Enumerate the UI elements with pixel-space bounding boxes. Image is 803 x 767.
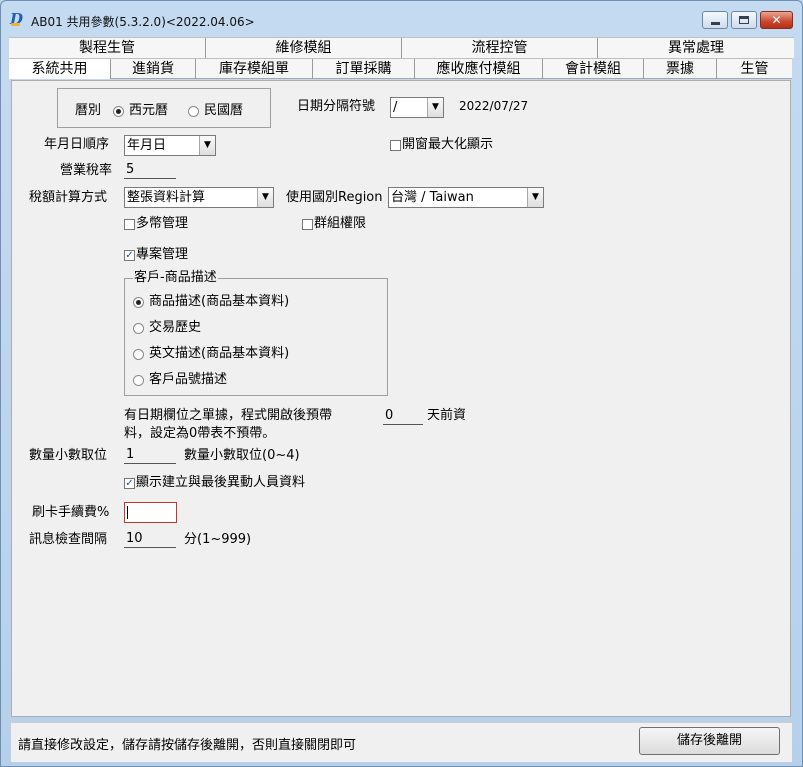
app-window: D AB01 共用參數(5.3.2.0)<2022.04.06> ✕ 製程生管 …: [0, 0, 803, 767]
multi-currency-label: 多幣管理: [136, 216, 189, 231]
tab-exception[interactable]: 異常處理: [597, 38, 794, 58]
chevron-down-icon: ▼: [527, 188, 543, 207]
radio-product-desc[interactable]: 商品描述(商品基本資料): [133, 293, 289, 311]
tab-inventory[interactable]: 庫存模組單: [195, 59, 312, 79]
maximize-window-checkbox[interactable]: 開窗最大化顯示: [390, 136, 493, 154]
radio-customer-part-desc[interactable]: 客戶品號描述: [133, 371, 227, 389]
project-mgmt-checkbox[interactable]: ✓ 專案管理: [124, 246, 188, 264]
card-fee-label: 刷卡手續費%: [32, 505, 110, 520]
status-message: 請直接修改設定，儲存請按儲存後離開，否則直接關閉即可: [18, 738, 357, 753]
tab-prod-mgmt[interactable]: 生管: [716, 59, 792, 79]
radio-english-desc-label: 英文描述(商品基本資料): [149, 346, 290, 361]
radio-unselected-icon: [133, 374, 144, 386]
checkbox-unchecked-icon: [390, 139, 401, 151]
radio-unselected-icon: [133, 322, 144, 334]
tab-accounting[interactable]: 會計模組: [542, 59, 643, 79]
save-and-exit-button[interactable]: 儲存後離開: [639, 727, 780, 755]
date-fill-days-input[interactable]: 0: [383, 407, 423, 425]
radio-selected-icon: [133, 296, 144, 308]
text-caret: [127, 506, 128, 519]
radio-customer-part-desc-label: 客戶品號描述: [149, 372, 228, 387]
maximize-button[interactable]: [731, 11, 757, 29]
radio-roc-calendar[interactable]: 民國曆: [188, 102, 243, 120]
radio-product-desc-label: 商品描述(商品基本資料): [149, 294, 290, 309]
date-fill-note: 料，設定為0帶表不預帶。: [124, 426, 276, 441]
msg-interval-label: 訊息檢查間隔: [29, 532, 108, 547]
chevron-down-icon: ▼: [257, 188, 273, 207]
title-bar[interactable]: D AB01 共用參數(5.3.2.0)<2022.04.06> ✕: [1, 1, 802, 35]
card-fee-input[interactable]: [124, 502, 177, 523]
window-controls: ✕: [702, 11, 793, 29]
status-bar: 請直接修改設定，儲存請按儲存後離開，否則直接關閉即可 儲存後離開: [11, 722, 792, 762]
region-value: 台灣 / Taiwan: [391, 190, 474, 205]
tab-row-lower: 系統共用 進銷貨 庫存模組單 訂單採購 應收應付模組 會計模組 票據 生管: [9, 58, 792, 79]
minimize-button[interactable]: [702, 11, 728, 29]
tab-maintenance[interactable]: 維修模組: [205, 38, 401, 58]
tax-rate-input[interactable]: 5: [124, 161, 176, 179]
group-permission-checkbox[interactable]: 群組權限: [302, 215, 366, 233]
settings-panel: 曆別 西元曆 民國曆 日期分隔符號 / ▼ 2022/07/27 年月日順序 年…: [11, 80, 791, 717]
chevron-down-icon: ▼: [427, 98, 443, 117]
qty-decimal-label: 數量小數取位: [29, 448, 108, 463]
radio-trade-history[interactable]: 交易歷史: [133, 319, 201, 337]
calendar-group: 曆別 西元曆 民國曆: [57, 88, 271, 128]
region-label: 使用國別Region: [286, 190, 383, 205]
radio-ad-label: 西元曆: [129, 103, 169, 118]
customer-desc-group: 客戶-商品描述 商品描述(商品基本資料) 交易歷史 英文描述(商品基本資料) 客…: [124, 270, 388, 396]
date-separator-label: 日期分隔符號: [297, 99, 376, 114]
tab-receivable-payable[interactable]: 應收應付模組: [414, 59, 542, 79]
window-title: AB01 共用參數(5.3.2.0)<2022.04.06>: [31, 15, 255, 29]
show-users-checkbox[interactable]: ✓ 顯示建立與最後異動人員資料: [124, 474, 305, 492]
checkbox-checked-icon: ✓: [124, 477, 135, 489]
radio-ad-calendar[interactable]: 西元曆: [113, 102, 168, 120]
date-separator-select[interactable]: / ▼: [390, 97, 444, 118]
group-permission-label: 群組權限: [314, 216, 367, 231]
checkbox-checked-icon: ✓: [124, 249, 135, 261]
show-users-label: 顯示建立與最後異動人員資料: [136, 475, 306, 490]
app-logo-icon: D: [10, 11, 26, 27]
tab-system-common[interactable]: 系統共用: [9, 59, 110, 79]
tab-row-upper: 製程生管 維修模組 流程控管 異常處理: [9, 37, 794, 58]
msg-interval-input[interactable]: 10: [124, 530, 176, 548]
tax-method-select[interactable]: 整張資料計算 ▼: [124, 187, 274, 208]
tax-method-label: 稅額計算方式: [29, 190, 108, 205]
close-button[interactable]: ✕: [760, 11, 793, 29]
maximize-window-label: 開窗最大化顯示: [402, 137, 494, 152]
radio-selected-icon: [113, 105, 124, 117]
date-order-select[interactable]: 年月日 ▼: [124, 135, 216, 156]
customer-desc-legend: 客戶-商品描述: [133, 270, 218, 286]
radio-english-desc[interactable]: 英文描述(商品基本資料): [133, 345, 289, 363]
calendar-label: 曆別: [75, 103, 102, 118]
tab-workflow[interactable]: 流程控管: [401, 38, 597, 58]
date-sample: 2022/07/27: [459, 99, 529, 113]
msg-interval-hint: 分(1~999): [184, 532, 252, 547]
radio-trade-history-label: 交易歷史: [149, 320, 202, 335]
radio-roc-label: 民國曆: [204, 103, 244, 118]
tab-sales-purchase[interactable]: 進銷貨: [110, 59, 195, 79]
tab-production[interactable]: 製程生管: [9, 38, 205, 58]
date-order-value: 年月日: [127, 138, 167, 153]
multi-currency-checkbox[interactable]: 多幣管理: [124, 215, 188, 233]
radio-unselected-icon: [133, 348, 144, 360]
tab-order-procurement[interactable]: 訂單採購: [312, 59, 414, 79]
minimize-icon: [710, 21, 720, 25]
tax-rate-label: 營業稅率: [60, 163, 113, 178]
close-icon: ✕: [771, 13, 782, 27]
tab-bills[interactable]: 票據: [643, 59, 716, 79]
qty-decimal-hint: 數量小數取位(0~4): [184, 448, 300, 463]
tax-method-value: 整張資料計算: [127, 190, 206, 205]
date-separator-value: /: [393, 100, 398, 115]
date-order-label: 年月日順序: [44, 137, 110, 152]
checkbox-unchecked-icon: [302, 218, 313, 230]
maximize-icon: [739, 16, 749, 24]
date-fill-prefix: 有日期欄位之單據，程式開啟後預帶: [124, 408, 333, 423]
project-mgmt-label: 專案管理: [136, 247, 189, 262]
chevron-down-icon: ▼: [199, 136, 215, 155]
region-select[interactable]: 台灣 / Taiwan ▼: [388, 187, 544, 208]
qty-decimal-input[interactable]: 1: [124, 446, 176, 464]
checkbox-unchecked-icon: [124, 218, 135, 230]
date-fill-suffix: 天前資: [427, 408, 467, 423]
radio-unselected-icon: [188, 105, 199, 117]
